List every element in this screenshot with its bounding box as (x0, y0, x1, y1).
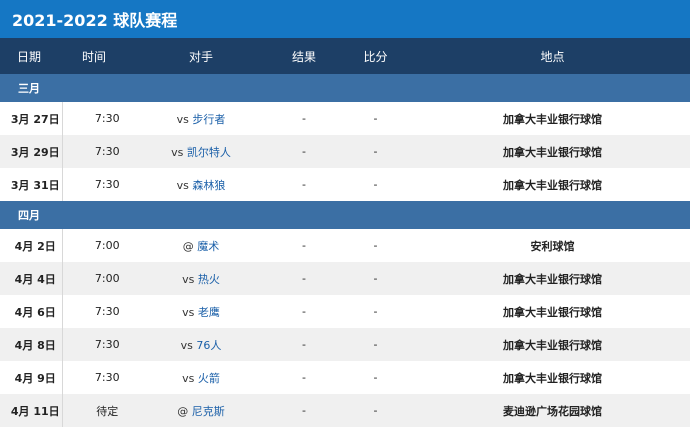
game-score: - (373, 371, 378, 384)
game-result: - (302, 404, 306, 417)
game-score: - (373, 404, 378, 417)
opponent-prefix: @ (182, 239, 194, 253)
game-time: 7:30 (94, 178, 120, 191)
opponent-prefix: vs (180, 338, 193, 352)
game-score: - (373, 338, 378, 351)
opponent-prefix: vs (182, 272, 195, 286)
game-score: - (373, 272, 378, 285)
game-time: 7:00 (94, 272, 120, 285)
opponent-prefix: @ (177, 404, 189, 418)
game-time: 7:30 (94, 112, 120, 125)
header-score: 比分 (363, 49, 388, 64)
game-date: 4月 6日 (0, 295, 63, 328)
game-opponent: @ 尼克斯 (130, 394, 272, 427)
game-opponent: vs 凯尔特人 (130, 135, 272, 168)
game-venue: 加拿大丰业银行球馆 (503, 338, 602, 352)
opponent-team-link[interactable]: 凯尔特人 (187, 146, 231, 159)
table-row: 3月 31日 7:30 vs 森林狼 - - 加拿大丰业银行球馆 (0, 168, 690, 201)
game-venue: 安利球馆 (530, 239, 575, 253)
page-title: 2021-2022 球队赛程 (0, 0, 690, 38)
game-result: - (302, 112, 306, 125)
opponent-prefix: vs (182, 371, 195, 385)
month-label: 四月 (18, 209, 40, 222)
table-row: 4月 8日 7:30 vs 76人 - - 加拿大丰业银行球馆 (0, 328, 690, 361)
game-opponent: vs 热火 (130, 262, 272, 295)
header-date: 日期 (17, 49, 42, 64)
game-opponent: vs 76人 (130, 328, 272, 361)
month-row-march: 三月 (0, 74, 690, 102)
game-venue: 加拿大丰业银行球馆 (503, 112, 602, 126)
game-result: - (302, 145, 306, 158)
game-opponent: vs 步行者 (130, 102, 272, 135)
opponent-team-link[interactable]: 76人 (196, 339, 221, 352)
game-opponent: vs 森林狼 (130, 168, 272, 201)
game-opponent: vs 火箭 (130, 361, 272, 394)
game-result: - (302, 371, 306, 384)
opponent-team-link[interactable]: 森林狼 (192, 179, 225, 192)
game-time: 7:30 (94, 305, 120, 318)
game-result: - (302, 272, 306, 285)
table-row: 4月 2日 7:00 @ 魔术 - - 安利球馆 (0, 229, 690, 262)
game-result: - (302, 305, 306, 318)
game-venue: 加拿大丰业银行球馆 (503, 371, 602, 385)
game-date: 4月 9日 (0, 361, 63, 394)
opponent-team-link[interactable]: 热火 (198, 273, 220, 286)
header-result: 结果 (291, 49, 316, 64)
game-result: - (302, 178, 306, 191)
opponent-team-link[interactable]: 步行者 (192, 113, 225, 126)
game-time: 7:30 (94, 145, 120, 158)
game-venue: 麦迪逊广场花园球馆 (503, 404, 602, 418)
game-score: - (373, 305, 378, 318)
table-row: 3月 27日 7:30 vs 步行者 - - 加拿大丰业银行球馆 (0, 102, 690, 135)
table-row: 4月 6日 7:30 vs 老鹰 - - 加拿大丰业银行球馆 (0, 295, 690, 328)
game-time: 7:30 (94, 338, 120, 351)
game-date: 3月 31日 (0, 168, 63, 201)
opponent-prefix: vs (182, 305, 195, 319)
table-row: 4月 11日 待定 @ 尼克斯 - - 麦迪逊广场花园球馆 (0, 394, 690, 427)
table-header-row: 日期 时间 对手 结果 比分 地点 (0, 38, 690, 74)
game-time: 7:00 (94, 239, 120, 252)
game-opponent: @ 魔术 (130, 229, 272, 262)
opponent-team-link[interactable]: 火箭 (198, 372, 220, 385)
opponent-team-link[interactable]: 尼克斯 (192, 405, 225, 418)
game-date: 3月 27日 (0, 102, 63, 135)
game-venue: 加拿大丰业银行球馆 (503, 305, 602, 319)
opponent-prefix: vs (176, 112, 189, 126)
game-time: 7:30 (94, 371, 120, 384)
game-date: 4月 11日 (0, 394, 63, 427)
header-time: 时间 (82, 49, 107, 64)
game-date: 4月 2日 (0, 229, 63, 262)
game-date: 4月 4日 (0, 262, 63, 295)
opponent-prefix: vs (171, 145, 184, 159)
game-result: - (302, 239, 306, 252)
game-score: - (373, 145, 378, 158)
schedule-table: 日期 时间 对手 结果 比分 地点 三月 3月 27日 7:30 vs 步行者 … (0, 38, 690, 427)
month-row-april: 四月 (0, 201, 690, 229)
game-score: - (373, 112, 378, 125)
game-score: - (373, 239, 378, 252)
game-venue: 加拿大丰业银行球馆 (503, 145, 602, 159)
game-score: - (373, 178, 378, 191)
game-date: 4月 8日 (0, 328, 63, 361)
game-date: 3月 29日 (0, 135, 63, 168)
game-opponent: vs 老鹰 (130, 295, 272, 328)
game-result: - (302, 338, 306, 351)
game-venue: 加拿大丰业银行球馆 (503, 272, 602, 286)
table-row: 4月 9日 7:30 vs 火箭 - - 加拿大丰业银行球馆 (0, 361, 690, 394)
header-opponent: 对手 (188, 49, 213, 64)
table-row: 4月 4日 7:00 vs 热火 - - 加拿大丰业银行球馆 (0, 262, 690, 295)
opponent-team-link[interactable]: 魔术 (197, 240, 219, 253)
header-venue: 地点 (540, 49, 565, 64)
table-row: 3月 29日 7:30 vs 凯尔特人 - - 加拿大丰业银行球馆 (0, 135, 690, 168)
opponent-team-link[interactable]: 老鹰 (198, 306, 220, 319)
game-venue: 加拿大丰业银行球馆 (503, 178, 602, 192)
game-time: 待定 (96, 404, 119, 418)
month-label: 三月 (18, 82, 40, 95)
opponent-prefix: vs (176, 178, 189, 192)
